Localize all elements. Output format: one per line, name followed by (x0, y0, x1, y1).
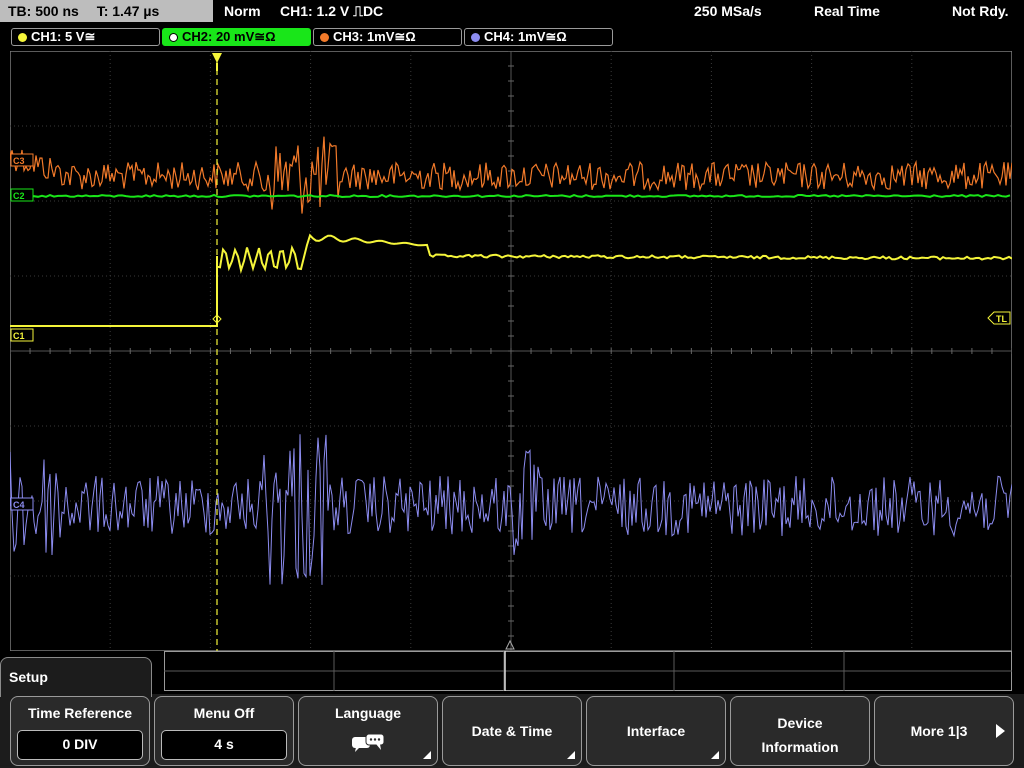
device-information-label-2: Information (761, 739, 839, 755)
timebase-box[interactable]: TB: 500 ns T: 1.47 µs (0, 0, 213, 22)
submenu-indicator-icon (567, 751, 575, 759)
interface-button[interactable]: Interface (586, 696, 726, 766)
date-time-button[interactable]: Date & Time (442, 696, 582, 766)
acquisition-mode: Real Time (814, 3, 880, 19)
speech-bubbles-icon (352, 733, 385, 752)
ch2-color-icon (169, 33, 178, 42)
submenu-indicator-icon (711, 751, 719, 759)
menu-off-label: Menu Off (193, 705, 255, 721)
interface-label: Interface (626, 723, 686, 739)
ch1-label: CH1: 5 V≅ (31, 29, 96, 44)
trigger-level-label: TL (996, 314, 1007, 324)
ch3-label: CH3: 1mV≅Ω (333, 29, 416, 44)
ch2-ground-marker: C2 (13, 191, 25, 201)
menu-off-button[interactable]: Menu Off 4 s (154, 696, 294, 766)
device-information-button[interactable]: Device Information (730, 696, 870, 766)
language-button[interactable]: Language (298, 696, 438, 766)
time-reference-value: 0 DIV (17, 730, 143, 760)
more-button[interactable]: More 1|3 (874, 696, 1014, 766)
ch1-color-icon (18, 33, 27, 42)
menu-off-value: 4 s (161, 730, 287, 760)
ch4-color-icon (471, 33, 480, 42)
language-label: Language (334, 705, 402, 721)
run-state: Not Rdy. (952, 3, 1009, 19)
submenu-indicator-icon (423, 751, 431, 759)
overview-strip (164, 651, 1012, 691)
channel-tab-ch3[interactable]: CH3: 1mV≅Ω (313, 28, 462, 46)
date-time-label: Date & Time (471, 723, 553, 739)
ch3-color-icon (320, 33, 329, 42)
time-reference-button[interactable]: Time Reference 0 DIV (10, 696, 150, 766)
channel-tab-ch4[interactable]: CH4: 1mV≅Ω (464, 28, 613, 46)
device-information-label-1: Device (777, 715, 823, 731)
channel-tab-ch1[interactable]: CH1: 5 V≅ (11, 28, 160, 46)
next-page-arrow-icon (996, 724, 1005, 738)
channel-tab-ch2[interactable]: CH2: 20 mV≅Ω (162, 28, 311, 46)
ch1-ground-marker: C1 (13, 331, 25, 341)
timebase-value: TB: 500 ns (8, 3, 79, 19)
menu-title: Setup (0, 657, 152, 697)
ch4-label: CH4: 1mV≅Ω (484, 29, 567, 44)
ch2-label: CH2: 20 mV≅Ω (182, 29, 276, 44)
more-label: More 1|3 (910, 723, 968, 739)
waveform-display[interactable]: C3 C2 C1 C4 TL (10, 51, 1012, 651)
status-bar: TB: 500 ns T: 1.47 µs Norm CH1: 1.2 V ⎍D… (0, 0, 1024, 24)
ch4-ground-marker: C4 (13, 500, 25, 510)
trigger-time-value: T: 1.47 µs (96, 3, 160, 19)
trigger-mode[interactable]: Norm (224, 3, 261, 19)
time-reference-label: Time Reference (27, 705, 132, 721)
ch3-ground-marker: C3 (13, 156, 25, 166)
trigger-source[interactable]: CH1: 1.2 V ⎍DC (280, 3, 383, 20)
sample-rate: 250 MSa/s (694, 3, 762, 19)
